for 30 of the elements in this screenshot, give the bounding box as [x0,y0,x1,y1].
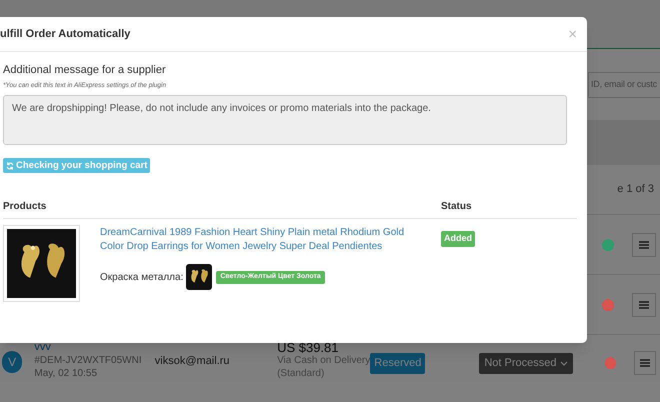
order-date: May, 02 10:55 [34,367,98,380]
reserved-badge: Reserved [370,353,426,374]
menu-icon [640,359,650,367]
payment-method: Via Cash on Delivery [277,354,370,367]
customer-email: viksok@mail.ru [154,354,231,369]
menu-icon [639,240,649,248]
order-amount: US $39.81 [277,341,340,354]
checking-cart-button[interactable]: Checking your shopping cart [3,158,150,174]
caret-icon [560,360,568,366]
shipping-method: (Standard) [277,367,326,380]
modal-title: ulfill Order Automatically [0,26,130,42]
fulfillment-dropdown[interactable]: Not Processed [479,353,572,374]
option-label: Окраска металла: [100,270,184,285]
avatar: V [2,351,22,373]
menu-icon [639,300,649,308]
customer-name-link[interactable]: vvv [34,341,155,354]
product-link[interactable]: DreamCarnival 1989 Fashion Heart Shiny Plain metal Rhodium Gold Color Drop Earrings for Women Jewelry Super Deal Pendientes [100,226,420,254]
close-button[interactable]: × [568,26,577,42]
status-badge: Added [441,231,475,247]
message-textarea[interactable]: We are dropshipping! Please, do not include any invoices or promo materials into the package. [3,95,567,146]
refresh-icon [6,162,14,170]
order-id: #DEM-JV2WXTF05WNI [34,354,143,367]
menu-button[interactable] [632,292,656,316]
menu-button[interactable] [634,351,656,375]
search-field[interactable]: ID, email or custc [588,72,660,98]
pager-text: e 1 of 3 [617,182,654,198]
column-header: Products [3,200,48,214]
column-header: Status [441,200,472,214]
menu-button[interactable] [632,232,656,256]
message-label: Additional message for a supplier [3,63,167,78]
